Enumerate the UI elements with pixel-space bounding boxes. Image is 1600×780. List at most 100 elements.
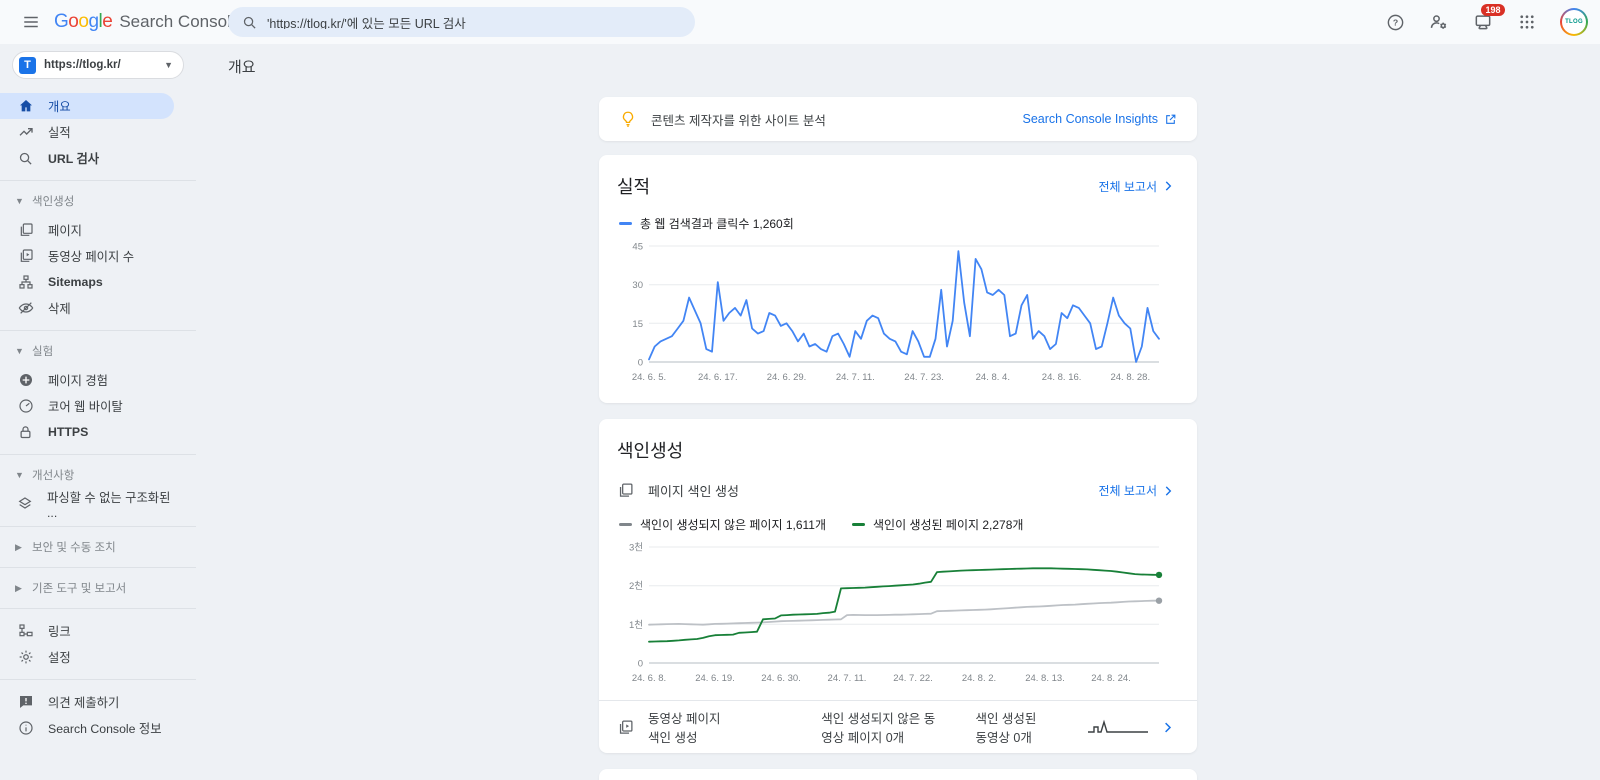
insights-link[interactable]: Search Console Insights [1023,112,1178,126]
video-indexing-row[interactable]: 동영상 페이지 색인 생성 색인 생성되지 않은 동영상 페이지 0개 색인 생… [617,701,1175,753]
indexing-chart: 01천2천3천24. 6. 8.24. 6. 19.24. 6. 30.24. … [617,537,1169,689]
svg-text:24. 8. 13.: 24. 8. 13. [1025,673,1065,684]
divider [0,567,196,568]
sidebar-item-label: 실적 [48,123,71,141]
trending-up-icon [17,124,34,140]
sidebar: T https://tlog.kr/ ▼ 개요 실적 URL 검사 ▼ 색인생성… [0,44,196,780]
sitemap-icon [17,274,34,290]
sidebar-item-links[interactable]: 링크 [0,618,174,644]
app-logo: Google Search Console [54,11,240,33]
section-label: 보안 및 수동 조치 [32,539,116,555]
topbar: Google Search Console ? 198 TLOG [0,0,1600,44]
chevron-right-icon[interactable] [1160,720,1175,735]
sidebar-item-removals[interactable]: 삭제 [0,295,174,321]
menu-icon[interactable] [14,5,48,39]
sidebar-section-indexing[interactable]: ▼ 색인생성 [0,190,196,212]
sidebar-item-label: 파싱할 수 없는 구조화된 ... [47,488,174,520]
insights-link-label: Search Console Insights [1023,112,1159,126]
sidebar-section-enhancements[interactable]: ▼ 개선사항 [0,464,196,486]
sidebar-item-https[interactable]: HTTPS [0,419,174,445]
sidebar-item-overview[interactable]: 개요 [0,93,174,119]
sidebar-item-label: 페이지 경험 [48,371,108,389]
performance-chart: 015304524. 6. 5.24. 6. 17.24. 6. 29.24. … [617,236,1169,388]
clicks-legend: 총 웹 검색결과 클릭수 1,260회 [619,215,794,232]
video-pages-icon [17,248,34,264]
eye-off-icon [17,300,34,316]
sidebar-item-label: 동영상 페이지 수 [48,247,134,265]
sidebar-section-security[interactable]: ▶ 보안 및 수동 조치 [0,536,196,558]
sidebar-item-structured-data[interactable]: 파싱할 수 없는 구조화된 ... [0,491,174,517]
property-selector[interactable]: T https://tlog.kr/ ▼ [12,51,184,79]
svg-text:24. 7. 22.: 24. 7. 22. [893,673,933,684]
sidebar-item-about[interactable]: Search Console 정보 [0,715,174,741]
sidebar-item-label: URL 검사 [48,149,99,167]
sidebar-section-legacy-tools[interactable]: ▶ 기존 도구 및 보고서 [0,577,196,599]
not-indexed-legend: 색인이 생성되지 않은 페이지 1,611개 [619,516,826,533]
section-label: 개선사항 [32,467,74,483]
sidebar-item-performance[interactable]: 실적 [0,119,174,145]
user-settings-icon[interactable] [1428,11,1450,33]
svg-text:24. 7. 11.: 24. 7. 11. [828,673,867,684]
indexing-full-report-link[interactable]: 전체 보고서 [1098,482,1175,499]
legend-dash-blue [619,222,632,225]
svg-text:24. 8. 4.: 24. 8. 4. [976,372,1010,383]
pages-icon [17,222,34,238]
sidebar-item-label: 개요 [48,97,71,115]
video-indexing-title: 동영상 페이지 색인 생성 [648,708,723,746]
feedback-icon [17,694,34,710]
pages-icon [617,482,634,499]
full-report-label: 전체 보고서 [1098,482,1157,499]
sidebar-item-label: Search Console 정보 [48,719,162,737]
sidebar-item-page-experience[interactable]: 페이지 경험 [0,367,174,393]
sidebar-section-experience[interactable]: ▼ 실험 [0,340,196,362]
indexing-card-title: 색인생성 [617,437,1175,463]
notification-badge: 198 [1481,4,1505,16]
sidebar-item-core-web-vitals[interactable]: 코어 웹 바이탈 [0,393,174,419]
svg-text:24. 6. 29.: 24. 6. 29. [767,372,807,383]
caret-down-icon: ▼ [15,346,23,356]
url-inspection-searchbar[interactable] [228,7,695,37]
page-title: 개요 [228,56,1600,77]
indexing-card: 색인생성 페이지 색인 생성 전체 보고서 색인이 생성되지 않은 페이지 1,… [599,419,1197,753]
section-label: 실험 [32,343,53,359]
divider [0,330,196,331]
property-badge: T [19,57,36,74]
avatar-text: TLOG [1562,10,1586,34]
apps-grid-icon[interactable] [1516,11,1538,33]
sidebar-item-label: 설정 [48,648,71,666]
svg-text:24. 7. 23.: 24. 7. 23. [904,372,944,383]
help-icon[interactable]: ? [1384,11,1406,33]
video-pages-icon [617,719,634,736]
svg-text:1천: 1천 [629,620,643,631]
lock-icon [17,425,34,440]
google-logo: Google [54,11,112,33]
page-experience-icon [17,372,34,388]
clicks-legend-label: 총 웹 검색결과 클릭수 1,260회 [640,215,794,232]
sidebar-item-video-pages[interactable]: 동영상 페이지 수 [0,243,174,269]
sidebar-item-feedback[interactable]: 의견 제출하기 [0,689,174,715]
sidebar-item-label: 페이지 [48,221,82,239]
avatar[interactable]: TLOG [1560,8,1588,36]
svg-text:24. 8. 2.: 24. 8. 2. [962,673,996,684]
svg-text:15: 15 [632,319,643,330]
sidebar-item-settings[interactable]: 설정 [0,644,174,670]
performance-full-report-link[interactable]: 전체 보고서 [1098,178,1175,195]
caret-down-icon: ▼ [15,470,23,480]
sidebar-item-label: 삭제 [48,299,71,317]
svg-text:24. 6. 19.: 24. 6. 19. [695,673,735,684]
home-icon [17,98,34,114]
svg-text:24. 8. 24.: 24. 8. 24. [1091,673,1131,684]
links-icon [17,623,34,639]
info-icon [17,720,34,736]
svg-text:2천: 2천 [629,581,643,592]
caret-down-icon: ▼ [15,196,23,206]
sidebar-item-pages[interactable]: 페이지 [0,217,174,243]
sidebar-item-sitemaps[interactable]: Sitemaps [0,269,174,295]
legend-dash-green [852,523,865,526]
search-input[interactable] [267,15,681,29]
notifications-icon[interactable]: 198 [1472,11,1494,33]
sidebar-item-label: 의견 제출하기 [48,693,119,711]
sidebar-item-url-inspection[interactable]: URL 검사 [0,145,174,171]
insights-banner: 콘텐츠 제작자를 위한 사이트 분석 Search Console Insigh… [599,97,1197,141]
sidebar-item-label: 코어 웹 바이탈 [48,397,123,415]
